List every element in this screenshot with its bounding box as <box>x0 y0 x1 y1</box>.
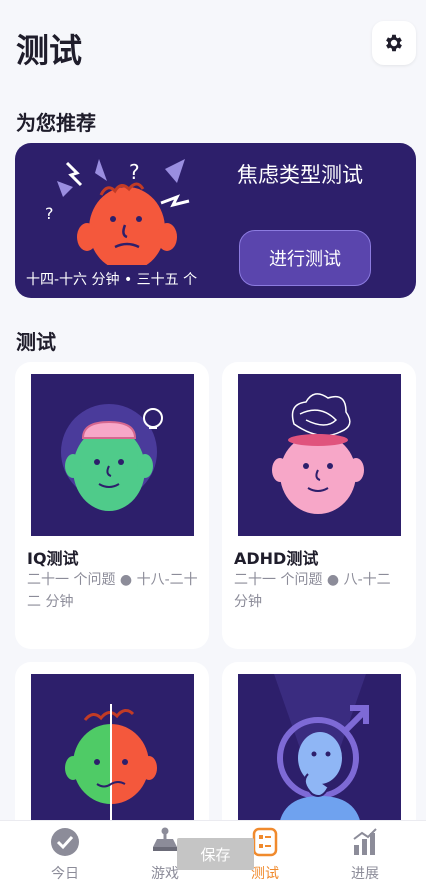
tests-section-title: 测试 <box>16 330 56 354</box>
start-test-button[interactable]: 进行测试 <box>239 230 371 286</box>
check-circle-icon <box>51 828 79 856</box>
save-toast: 保存 <box>177 838 254 870</box>
gear-icon <box>386 34 402 52</box>
tangled-thoughts-head-illustration <box>238 374 401 536</box>
card-meta: 二十一 个问题 ● 十八-二十二 分钟 <box>27 572 198 610</box>
card-title: ADHD测试 <box>234 549 319 568</box>
recommended-section-title: 为您推荐 <box>16 111 96 135</box>
header: 测试 <box>0 0 426 90</box>
card-title: IQ测试 <box>27 549 79 568</box>
banner-title: 焦虑类型测试 <box>237 163 363 187</box>
svg-text:?: ? <box>45 204 54 223</box>
card-meta: 二十一 个问题 ● 八-十二 分钟 <box>234 572 391 610</box>
bar-chart-icon <box>353 828 377 855</box>
test-card-adhd[interactable]: ADHD测试 二十一 个问题 ● 八-十二 分钟 <box>222 362 416 649</box>
nav-label: 进展 <box>351 866 379 882</box>
checklist-icon <box>252 827 278 857</box>
test-card-iq[interactable]: IQ测试 二十一 个问题 ● 十八-二十二 分钟 <box>15 362 209 649</box>
joystick-icon <box>153 827 177 851</box>
nav-label: 今日 <box>51 866 79 882</box>
anxious-head-illustration: ? ? <box>45 159 190 265</box>
nav-item-today[interactable]: 今日 <box>15 821 115 887</box>
recommended-banner[interactable]: ? ? 焦虑类型测试 进行测试 十四-十六 分钟 • 三十五 个 <box>15 143 416 298</box>
settings-button[interactable] <box>372 21 416 65</box>
brain-head-illustration <box>31 374 194 536</box>
page-title: 测试 <box>16 31 82 70</box>
nav-item-progress[interactable]: 进展 <box>315 821 415 887</box>
banner-meta: 十四-十六 分钟 • 三十五 个 <box>26 272 198 288</box>
svg-text:?: ? <box>129 160 140 184</box>
